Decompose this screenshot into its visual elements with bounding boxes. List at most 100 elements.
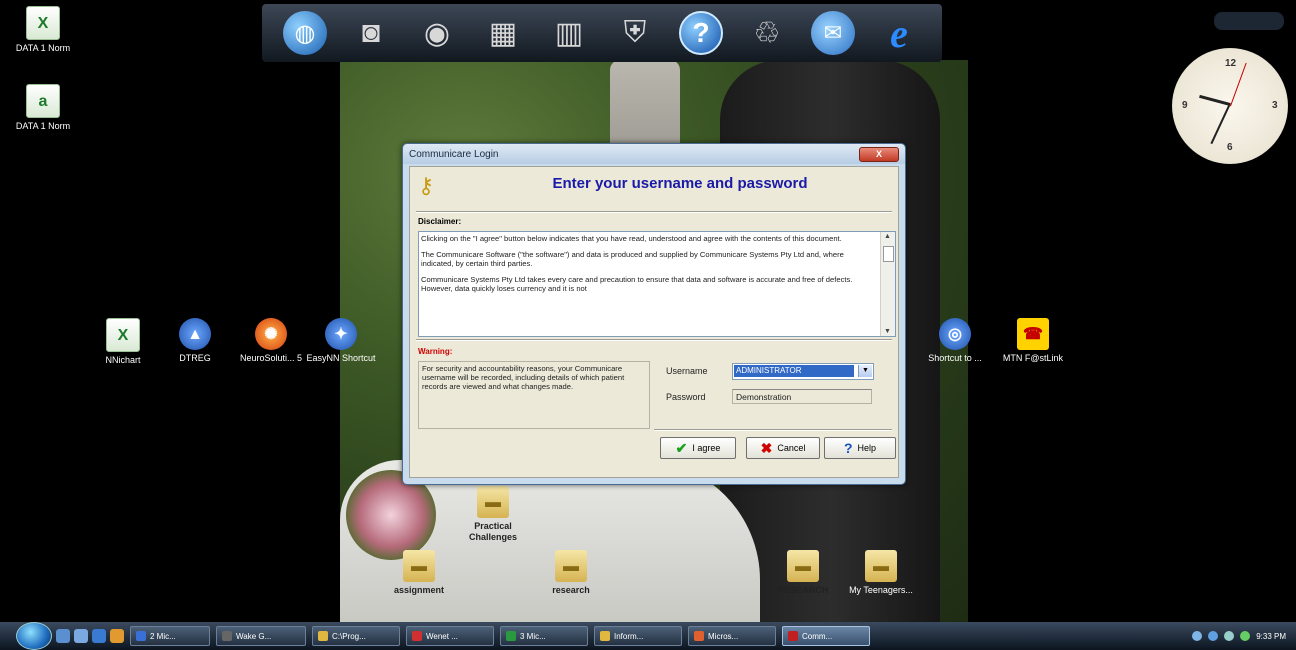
language-icon[interactable]: [1208, 631, 1219, 641]
speaker-icon[interactable]: ◉: [415, 11, 459, 55]
scroll-down-icon[interactable]: ▼: [884, 328, 891, 335]
close-button[interactable]: X: [859, 146, 899, 162]
taskbar-button[interactable]: Wake G...: [216, 626, 306, 646]
camera-icon[interactable]: ◙: [349, 11, 393, 55]
taskbar-button[interactable]: 3 Mic...: [500, 626, 588, 646]
desktop-icon-label: DATA 1 Norm: [15, 121, 71, 131]
taskbar-button-label: Wake G...: [236, 631, 272, 641]
dtreg-app-icon: ▲: [179, 318, 211, 350]
desktop-icon-assignment[interactable]: ▬ assignment: [384, 550, 454, 596]
communicare-login-dialog: Communicare Login X ⚷ Enter your usernam…: [402, 143, 906, 485]
clock-numeral: 12: [1225, 58, 1237, 69]
taskbar-button-active[interactable]: Comm...: [782, 626, 870, 646]
shortcut-app-icon: ◎: [939, 318, 971, 350]
desktop-icon-data1-excel[interactable]: X DATA 1 Norm: [8, 6, 78, 54]
clock-numeral: 9: [1182, 100, 1188, 111]
taskbar-button[interactable]: Wenet ...: [406, 626, 494, 646]
desktop-icon-neurosolutions[interactable]: ✺ NeuroSoluti... 5: [236, 318, 306, 364]
volume-icon[interactable]: [1224, 631, 1235, 641]
film-icon[interactable]: ▦: [481, 11, 525, 55]
pen-cup-icon[interactable]: ▥: [547, 11, 591, 55]
dialog-titlebar[interactable]: Communicare Login X: [403, 144, 905, 164]
agree-button[interactable]: ✔ I agree: [660, 437, 736, 459]
password-label: Password: [666, 392, 706, 402]
cancel-button-label: Cancel: [777, 443, 806, 453]
desktop-icon-label: assignment: [393, 585, 444, 595]
desktop-icon-nnichart[interactable]: X NNichart: [88, 318, 158, 366]
divider: [416, 211, 892, 213]
help-button-label: Help: [857, 443, 877, 453]
switch-windows-icon[interactable]: [74, 629, 88, 643]
dialog-title: Communicare Login: [409, 148, 499, 160]
clock-numeral: 6: [1227, 142, 1233, 153]
taskbar-button[interactable]: Micros...: [688, 626, 776, 646]
question-icon: ?: [843, 440, 853, 456]
sidebar-gadget-controls[interactable]: [1214, 12, 1284, 30]
folder-icon: ▬: [555, 550, 587, 582]
taskbar-button-label: 2 Mic...: [150, 631, 176, 641]
disclaimer-textbox[interactable]: Clicking on the "I agree" button below i…: [418, 231, 896, 337]
taskbar-button[interactable]: 2 Mic...: [130, 626, 210, 646]
username-dropdown[interactable]: ADMINISTRATOR ▼: [732, 363, 874, 380]
disclaimer-paragraph: Communicare Systems Pty Ltd takes every …: [421, 275, 853, 293]
desktop-icon-easynn[interactable]: ✦ EasyNN Shortcut: [306, 318, 376, 364]
desktop-icon-research[interactable]: ▬ research: [536, 550, 606, 596]
desktop-icon-mtn[interactable]: ☎ MTN F@stLink: [998, 318, 1068, 364]
desktop-icon-label: NNichart: [105, 355, 141, 365]
taskbar-button-label: C:\Prog...: [332, 631, 366, 641]
easynn-app-icon: ✦: [325, 318, 357, 350]
scroll-up-icon[interactable]: ▲: [884, 233, 891, 240]
powerpoint-icon: [694, 631, 704, 641]
desktop-icon-practical-challenges[interactable]: ▬ Practical Challenges: [458, 486, 528, 543]
browser-icon: [412, 631, 422, 641]
recycle-bin-icon[interactable]: ♲: [745, 11, 789, 55]
warning-label: Warning:: [418, 347, 453, 356]
app-icon: [222, 631, 232, 641]
dialog-client-area: ⚷ Enter your username and password Discl…: [409, 166, 899, 478]
excel-file-icon: X: [26, 6, 60, 40]
desktop-icon-dtreg[interactable]: ▲ DTREG: [160, 318, 230, 364]
desktop-icon-shortcut[interactable]: ◎ Shortcut to ...: [920, 318, 990, 364]
word-icon: [136, 631, 146, 641]
desktop: ◍ ◙ ◉ ▦ ▥ ⛨ ? ♲ ✉ e X DATA 1 Norm a DATA…: [0, 0, 1296, 622]
taskbar-button[interactable]: C:\Prog...: [312, 626, 400, 646]
internet-explorer-icon[interactable]: [92, 629, 106, 643]
chevron-down-icon[interactable]: ▼: [858, 365, 872, 377]
disclaimer-scrollbar[interactable]: ▲ ▼: [880, 232, 895, 336]
communicare-icon: [788, 631, 798, 641]
desktop-icon-research-2[interactable]: ▬ RESEARCH: [768, 550, 838, 596]
desktop-icon-label: RESEARCH: [777, 585, 829, 595]
neurosolutions-app-icon: ✺: [255, 318, 287, 350]
mail-icon[interactable]: ✉: [811, 11, 855, 55]
clock-hour-hand: [1199, 94, 1231, 106]
desktop-icon-label: Practical Challenges: [468, 521, 517, 542]
show-desktop-icon[interactable]: [56, 629, 70, 643]
internet-explorer-icon[interactable]: e: [877, 11, 921, 56]
desktop-icon-label: DTREG: [179, 353, 211, 363]
password-field[interactable]: Demonstration: [732, 389, 872, 404]
cancel-button[interactable]: ✖ Cancel: [746, 437, 820, 459]
taskbar-button[interactable]: Inform...: [594, 626, 682, 646]
desktop-icon-label: NeuroSoluti... 5: [239, 353, 303, 363]
dock-bar: ◍ ◙ ◉ ▦ ▥ ⛨ ? ♲ ✉ e: [262, 4, 942, 62]
tray-clock[interactable]: 9:33 PM: [1256, 632, 1286, 641]
media-player-icon[interactable]: [110, 629, 124, 643]
checkmark-icon: ✔: [675, 439, 688, 456]
desktop-icon-my-teenagers[interactable]: ▬ My Teenagers...: [846, 550, 916, 596]
help-icon[interactable]: ?: [679, 11, 723, 55]
disclaimer-text: Clicking on the "I agree" button below i…: [421, 234, 873, 300]
desktop-icon-label: research: [552, 585, 590, 595]
desktop-icon-data1-doc[interactable]: a DATA 1 Norm: [8, 84, 78, 132]
taskbar-button-label: Micros...: [708, 631, 739, 641]
folder-icon: ▬: [403, 550, 435, 582]
globe-icon[interactable]: ◍: [283, 11, 327, 55]
start-button[interactable]: [16, 622, 52, 650]
help-button[interactable]: ? Help: [824, 437, 896, 459]
signal-icon[interactable]: [1240, 631, 1251, 641]
scroll-thumb[interactable]: [883, 246, 894, 262]
disclaimer-label: Disclaimer:: [418, 217, 462, 226]
shield-icon[interactable]: ⛨: [613, 11, 657, 55]
network-icon[interactable]: [1192, 631, 1203, 641]
taskbar: 2 Mic... Wake G... C:\Prog... Wenet ... …: [0, 622, 1296, 650]
desktop-icon-label: My Teenagers...: [849, 585, 913, 595]
